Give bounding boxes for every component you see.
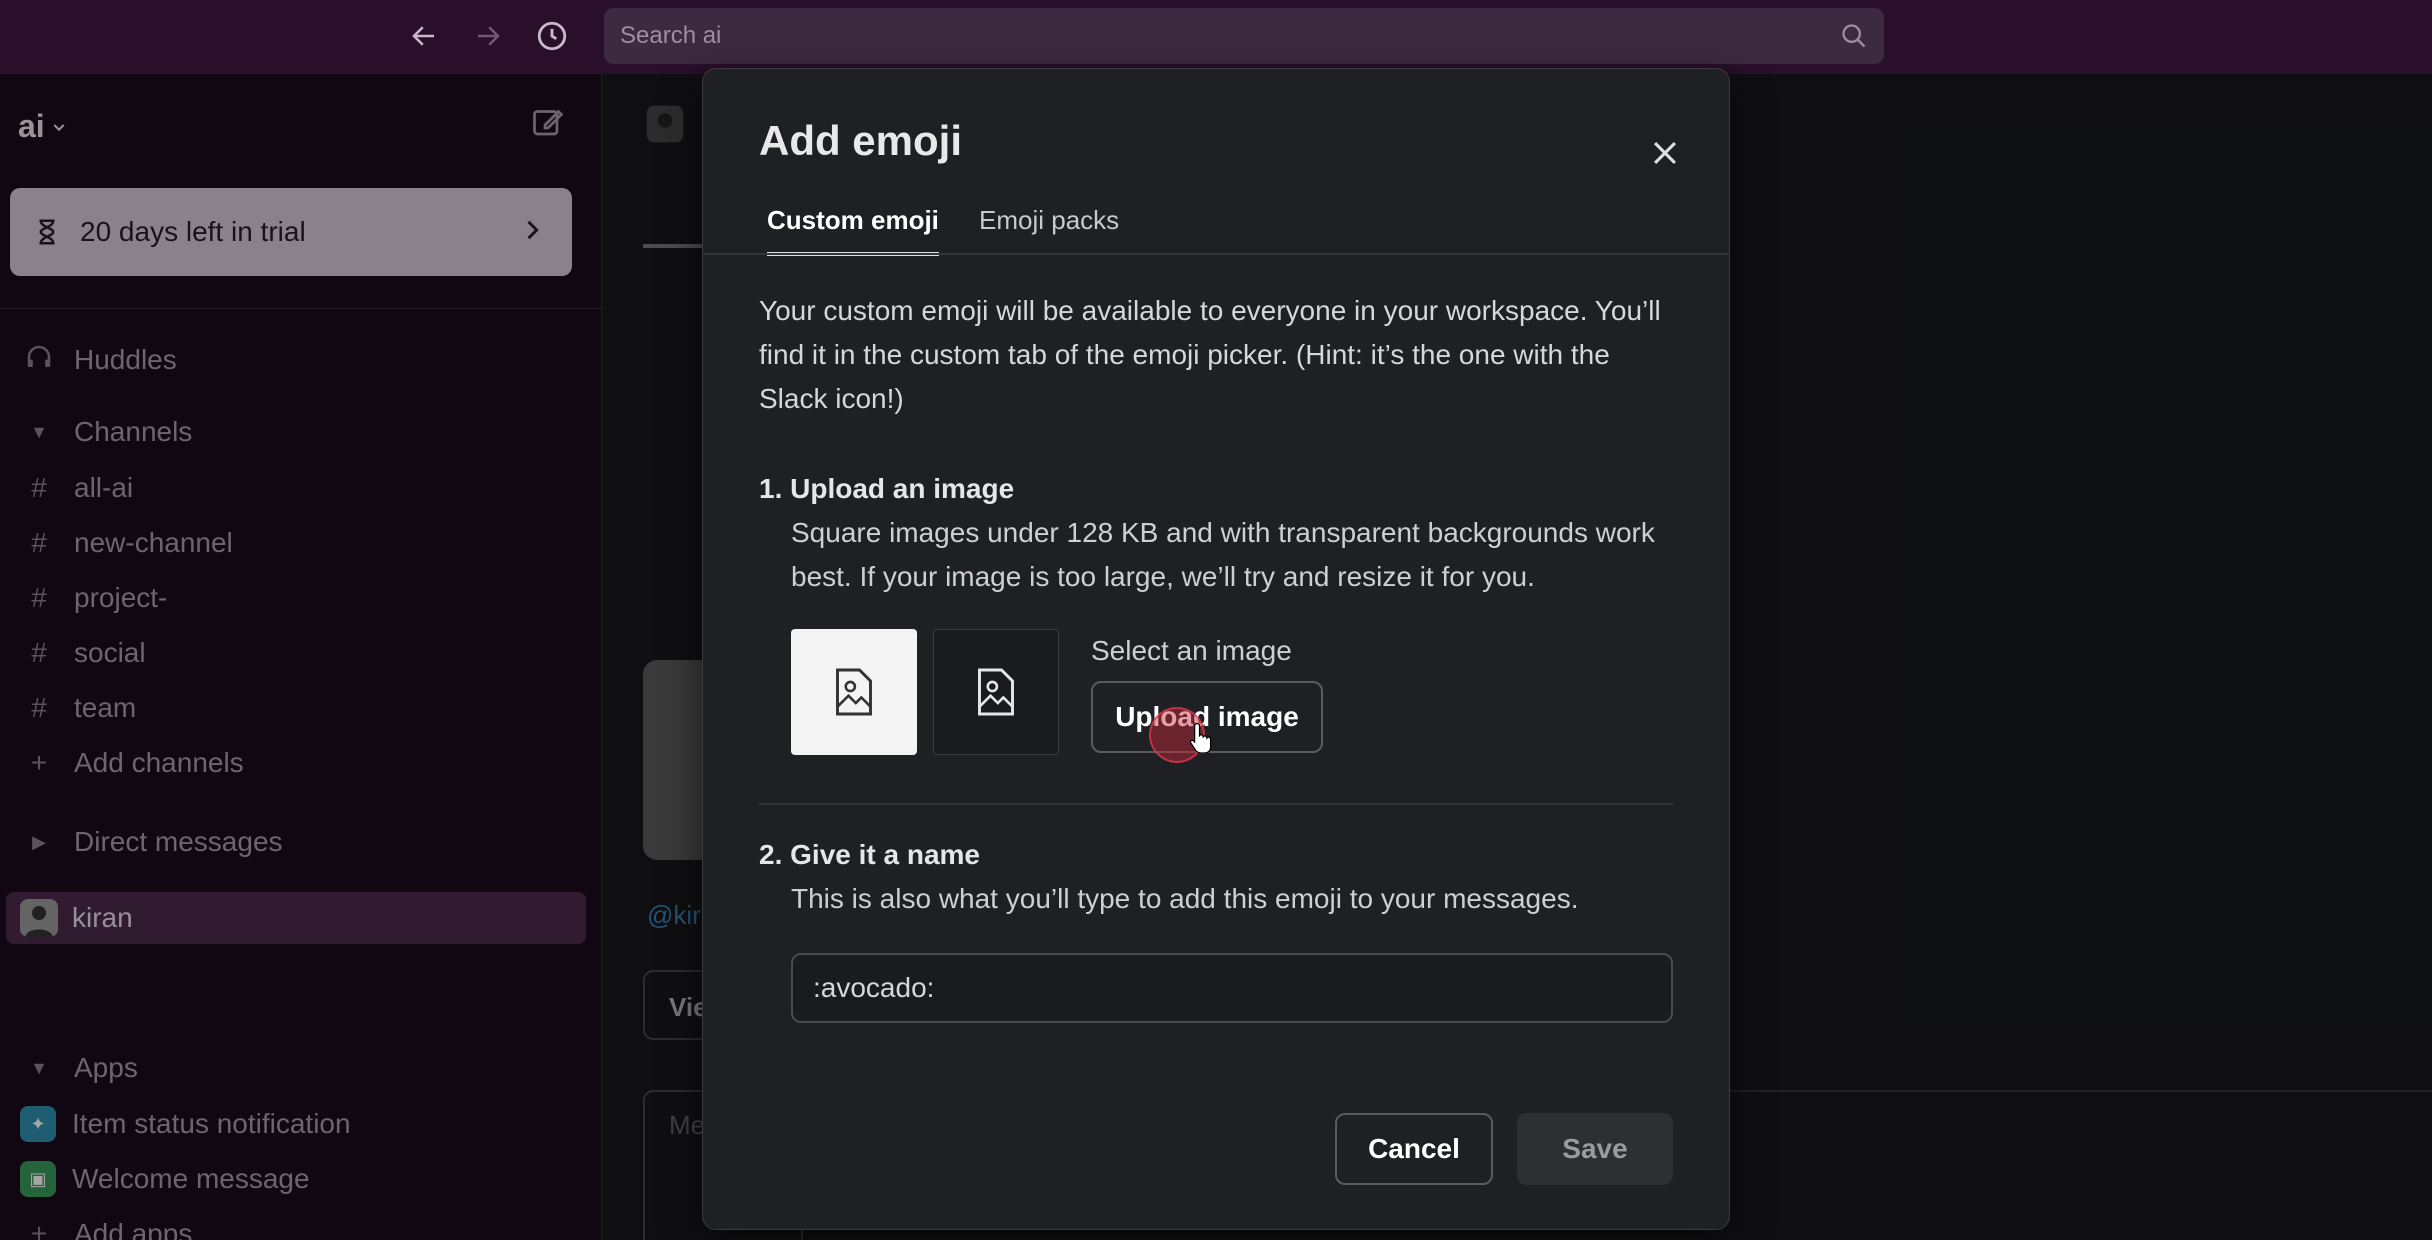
tab-custom-emoji[interactable]: Custom emoji	[767, 205, 939, 256]
back-button[interactable]	[404, 16, 444, 56]
step2-title: 2. Give it a name	[759, 839, 980, 870]
tab-emoji-packs[interactable]: Emoji packs	[979, 205, 1119, 252]
clock-icon	[537, 21, 567, 51]
search-icon	[1842, 24, 1866, 48]
arrow-right-icon	[478, 26, 500, 46]
save-button[interactable]: Save	[1517, 1113, 1673, 1185]
forward-button[interactable]	[468, 16, 508, 56]
search-bar[interactable]: Search ai	[604, 8, 1884, 64]
select-image-label: Select an image	[1091, 635, 1292, 666]
close-button[interactable]	[1637, 125, 1693, 181]
dialog-title: Add emoji	[759, 117, 963, 164]
top-bar: Search ai	[0, 0, 2432, 74]
tabs-divider	[703, 253, 1729, 255]
image-file-icon	[836, 668, 872, 716]
emoji-name-field[interactable]	[791, 953, 1673, 1023]
add-emoji-dialog: Add emoji Custom emoji Emoji packs Your …	[702, 68, 1730, 1230]
step1-description: Square images under 128 KB and with tran…	[791, 517, 1655, 592]
arrow-left-icon	[412, 26, 434, 46]
hand-cursor-icon	[1189, 721, 1215, 758]
section-divider	[759, 803, 1673, 805]
search-placeholder: Search ai	[620, 22, 722, 49]
preview-dark	[933, 629, 1059, 755]
step1-title: 1. Upload an image	[759, 473, 1015, 504]
step2-description: This is also what you’ll type to add thi…	[791, 883, 1579, 914]
image-file-icon	[978, 668, 1014, 716]
save-label: Save	[1562, 1133, 1628, 1164]
cancel-label: Cancel	[1368, 1133, 1460, 1164]
close-icon	[1653, 141, 1677, 165]
intro-text: Your custom emoji will be available to e…	[759, 295, 1661, 414]
preview-light	[791, 629, 917, 755]
history-button[interactable]	[532, 16, 572, 56]
cancel-button[interactable]: Cancel	[1335, 1113, 1493, 1185]
